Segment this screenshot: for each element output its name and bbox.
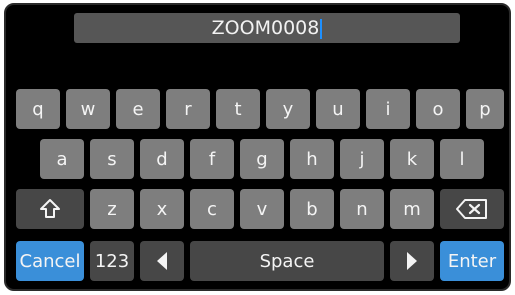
key-g[interactable]: g [240,139,284,179]
key-j[interactable]: j [340,139,384,179]
key-s[interactable]: s [90,139,134,179]
cursor-left-key[interactable] [140,241,184,281]
cancel-button[interactable]: Cancel [16,241,84,281]
key-y[interactable]: y [266,89,310,129]
key-b[interactable]: b [290,189,334,229]
text-cursor [320,18,323,39]
space-key[interactable]: Space [190,241,384,281]
key-a[interactable]: a [40,139,84,179]
numbers-toggle-key[interactable]: 123 [90,241,134,281]
file-name-text: ZOOM0008 [211,17,320,39]
key-n[interactable]: n [340,189,384,229]
key-q[interactable]: q [16,89,60,129]
key-p[interactable]: p [466,89,504,129]
key-x[interactable]: x [140,189,184,229]
right-arrow-icon [407,252,417,270]
key-z[interactable]: z [90,189,134,229]
key-o[interactable]: o [416,89,460,129]
key-e[interactable]: e [116,89,160,129]
key-f[interactable]: f [190,139,234,179]
shift-arrow-icon [40,199,60,218]
cursor-right-key[interactable] [390,241,434,281]
key-l[interactable]: l [440,139,484,179]
key-v[interactable]: v [240,189,284,229]
key-h[interactable]: h [290,139,334,179]
key-d[interactable]: d [140,139,184,179]
key-w[interactable]: w [66,89,110,129]
backspace-key[interactable] [440,189,504,229]
key-m[interactable]: m [390,189,434,229]
key-t[interactable]: t [216,89,260,129]
key-c[interactable]: c [190,189,234,229]
left-arrow-icon [157,252,167,270]
shift-key[interactable] [16,189,84,229]
keyboard-screen: ZOOM0008 q w e r t y u i o p a s d f g h… [4,3,511,291]
key-k[interactable]: k [390,139,434,179]
file-name-input[interactable]: ZOOM0008 [74,13,460,43]
key-u[interactable]: u [316,89,360,129]
key-r[interactable]: r [166,89,210,129]
backspace-icon [456,199,487,219]
enter-button[interactable]: Enter [440,241,504,281]
key-i[interactable]: i [366,89,410,129]
